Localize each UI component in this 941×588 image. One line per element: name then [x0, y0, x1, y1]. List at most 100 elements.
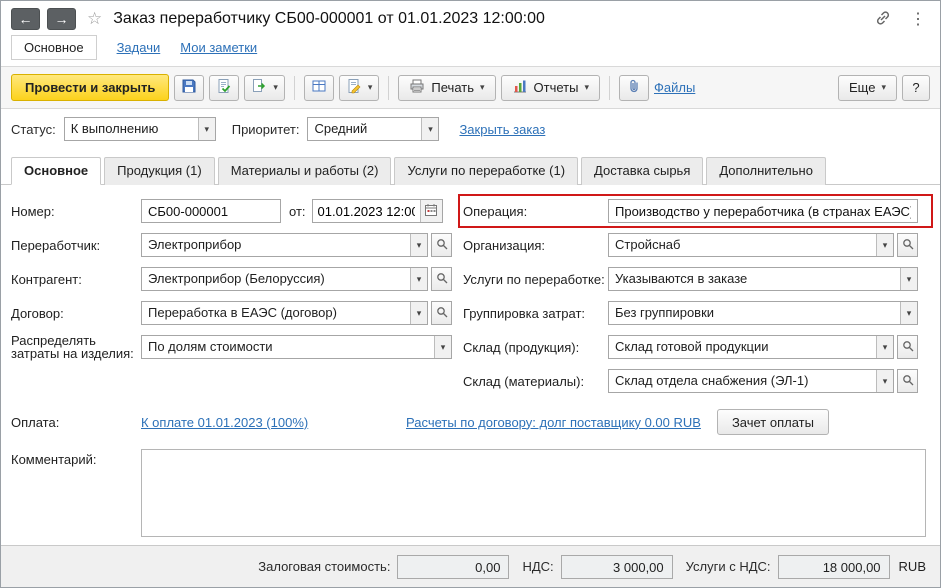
chevron-down-icon[interactable]: ▾ — [410, 234, 427, 256]
allocate-costs-select[interactable]: По долям стоимости ▾ — [141, 335, 452, 359]
register-records-button[interactable] — [303, 74, 334, 101]
status-value: К выполнению — [70, 121, 159, 136]
calendar-button[interactable] — [419, 200, 442, 222]
get-link-icon[interactable] — [874, 9, 892, 30]
forward-button[interactable]: → — [47, 8, 76, 30]
processor-label: Переработчик: — [11, 237, 101, 253]
form-body: Номер: от: Переработчик: — [1, 185, 940, 545]
comment-input[interactable] — [141, 449, 926, 537]
print-button-label: Печать — [431, 80, 474, 95]
reports-button-label: Отчеты — [533, 80, 579, 95]
chevron-down-icon[interactable]: ▾ — [900, 268, 917, 290]
save-button[interactable] — [174, 74, 205, 101]
operation-input[interactable] — [608, 199, 918, 223]
more-menu-icon[interactable]: ⋮ — [906, 9, 930, 29]
comment-label: Комментарий: — [11, 452, 97, 467]
status-select[interactable]: К выполнению ▾ — [63, 117, 216, 141]
chevron-down-icon[interactable]: ▾ — [410, 302, 427, 324]
contract-label: Договор: — [11, 305, 64, 321]
toolbar-separator — [388, 75, 390, 100]
processor-value: Электроприбор — [148, 237, 242, 252]
nav-main[interactable]: Основное — [11, 35, 97, 60]
nav-main-label: Основное — [24, 40, 84, 55]
post-and-close-button[interactable]: Провести и закрыть — [11, 74, 170, 101]
counterparty-open-button[interactable] — [431, 267, 452, 291]
files-link[interactable]: Файлы — [654, 80, 695, 95]
warehouse-materials-value: Склад отдела снабжения (ЭЛ-1) — [615, 373, 809, 388]
document-window: ← → ☆ Заказ переработчику СБ00-000001 от… — [0, 0, 941, 588]
back-icon: ← — [18, 11, 33, 27]
cost-grouping-select[interactable]: Без группировки ▾ — [608, 301, 918, 325]
organization-select[interactable]: Стройснаб ▾ — [608, 233, 894, 257]
chevron-down-icon[interactable]: ▾ — [876, 370, 893, 392]
help-button[interactable]: ? — [902, 74, 930, 101]
open-icon — [436, 306, 448, 321]
processor-open-button[interactable] — [431, 233, 452, 257]
tab-raw-delivery[interactable]: Доставка сырья — [581, 157, 704, 185]
date-input[interactable] — [312, 200, 420, 222]
organization-open-button[interactable] — [897, 233, 918, 257]
favorite-star-icon[interactable]: ☆ — [87, 9, 102, 29]
reports-button[interactable]: Отчеты ▾ — [500, 74, 600, 101]
payment-row: Оплата: К оплате 01.01.2023 (100%) Расче… — [11, 409, 928, 435]
forward-icon: → — [54, 11, 69, 27]
more-button-label: Еще — [849, 80, 876, 95]
priority-select[interactable]: Средний ▾ — [307, 117, 440, 141]
create-based-on-button[interactable]: ▾ — [244, 74, 285, 101]
chevron-down-icon[interactable]: ▾ — [876, 234, 893, 256]
pledge-value-field: 0,00 — [397, 554, 510, 579]
attachments-button[interactable] — [619, 74, 649, 101]
nav-notes-link[interactable]: Мои заметки — [180, 40, 257, 55]
warehouse-materials-open-button[interactable] — [897, 369, 918, 393]
chevron-down-icon[interactable]: ▾ — [434, 336, 451, 358]
open-icon — [902, 340, 914, 355]
contract-open-button[interactable] — [431, 301, 452, 325]
payment-due-link[interactable]: К оплате 01.01.2023 (100%) — [141, 415, 308, 430]
tab-additional[interactable]: Дополнительно — [706, 157, 826, 185]
contract-settlements-link[interactable]: Расчеты по договору: долг поставщику 0.0… — [406, 415, 701, 430]
warehouse-products-select[interactable]: Склад готовой продукции ▾ — [608, 335, 894, 359]
chevron-down-icon[interactable]: ▾ — [421, 118, 439, 140]
comment-row: Комментарий: — [11, 449, 928, 537]
tab-processing-services[interactable]: Услуги по переработке (1) — [394, 157, 579, 185]
chevron-down-icon[interactable]: ▾ — [876, 336, 893, 358]
document-actions-button[interactable]: ▾ — [338, 74, 380, 101]
allocate-costs-label: Распределять затраты на изделия: — [11, 333, 134, 361]
status-row: Статус: К выполнению ▾ Приоритет: Средни… — [1, 109, 940, 149]
close-order-link[interactable]: Закрыть заказ — [459, 122, 545, 137]
post-document-icon — [216, 78, 232, 97]
nav-tasks-link[interactable]: Задачи — [117, 40, 161, 55]
more-button[interactable]: Еще ▾ — [838, 74, 897, 101]
chevron-down-icon[interactable]: ▾ — [410, 268, 427, 290]
contract-select[interactable]: Переработка в ЕАЭС (договор) ▾ — [141, 301, 428, 325]
organization-label: Организация: — [463, 237, 546, 253]
open-icon — [902, 374, 914, 389]
counterparty-select[interactable]: Электроприбор (Белоруссия) ▾ — [141, 267, 428, 291]
status-label: Статус: — [11, 121, 56, 137]
number-input[interactable] — [141, 199, 281, 223]
processing-services-label: Услуги по переработке: — [463, 271, 605, 287]
chevron-down-icon[interactable]: ▾ — [900, 302, 917, 324]
payment-offset-button[interactable]: Зачет оплаты — [716, 409, 829, 435]
processing-services-select[interactable]: Указываются в заказе ▾ — [608, 267, 918, 291]
organization-value: Стройснаб — [615, 237, 681, 252]
chevron-down-icon[interactable]: ▾ — [197, 118, 215, 140]
date-field — [311, 199, 443, 223]
processor-select[interactable]: Электроприбор ▾ — [141, 233, 428, 257]
back-button[interactable]: ← — [11, 8, 40, 30]
print-button[interactable]: Печать ▾ — [398, 74, 496, 101]
section-nav: Основное Задачи Мои заметки — [1, 35, 940, 67]
currency-label: RUB — [898, 559, 926, 574]
tab-products[interactable]: Продукция (1) — [104, 157, 215, 185]
cost-grouping-label: Группировка затрат: — [463, 305, 586, 321]
payment-label: Оплата: — [11, 414, 60, 430]
warehouse-products-open-button[interactable] — [897, 335, 918, 359]
warehouse-materials-label: Склад (материалы): — [463, 373, 585, 389]
tab-materials[interactable]: Материалы и работы (2) — [217, 157, 392, 185]
post-button[interactable] — [209, 74, 240, 101]
counterparty-label: Контрагент: — [11, 271, 82, 287]
cost-grouping-value: Без группировки — [615, 305, 715, 320]
tab-main[interactable]: Основное — [11, 157, 102, 185]
warehouse-materials-select[interactable]: Склад отдела снабжения (ЭЛ-1) ▾ — [608, 369, 894, 393]
services-with-vat-field: 18 000,00 — [777, 554, 890, 579]
